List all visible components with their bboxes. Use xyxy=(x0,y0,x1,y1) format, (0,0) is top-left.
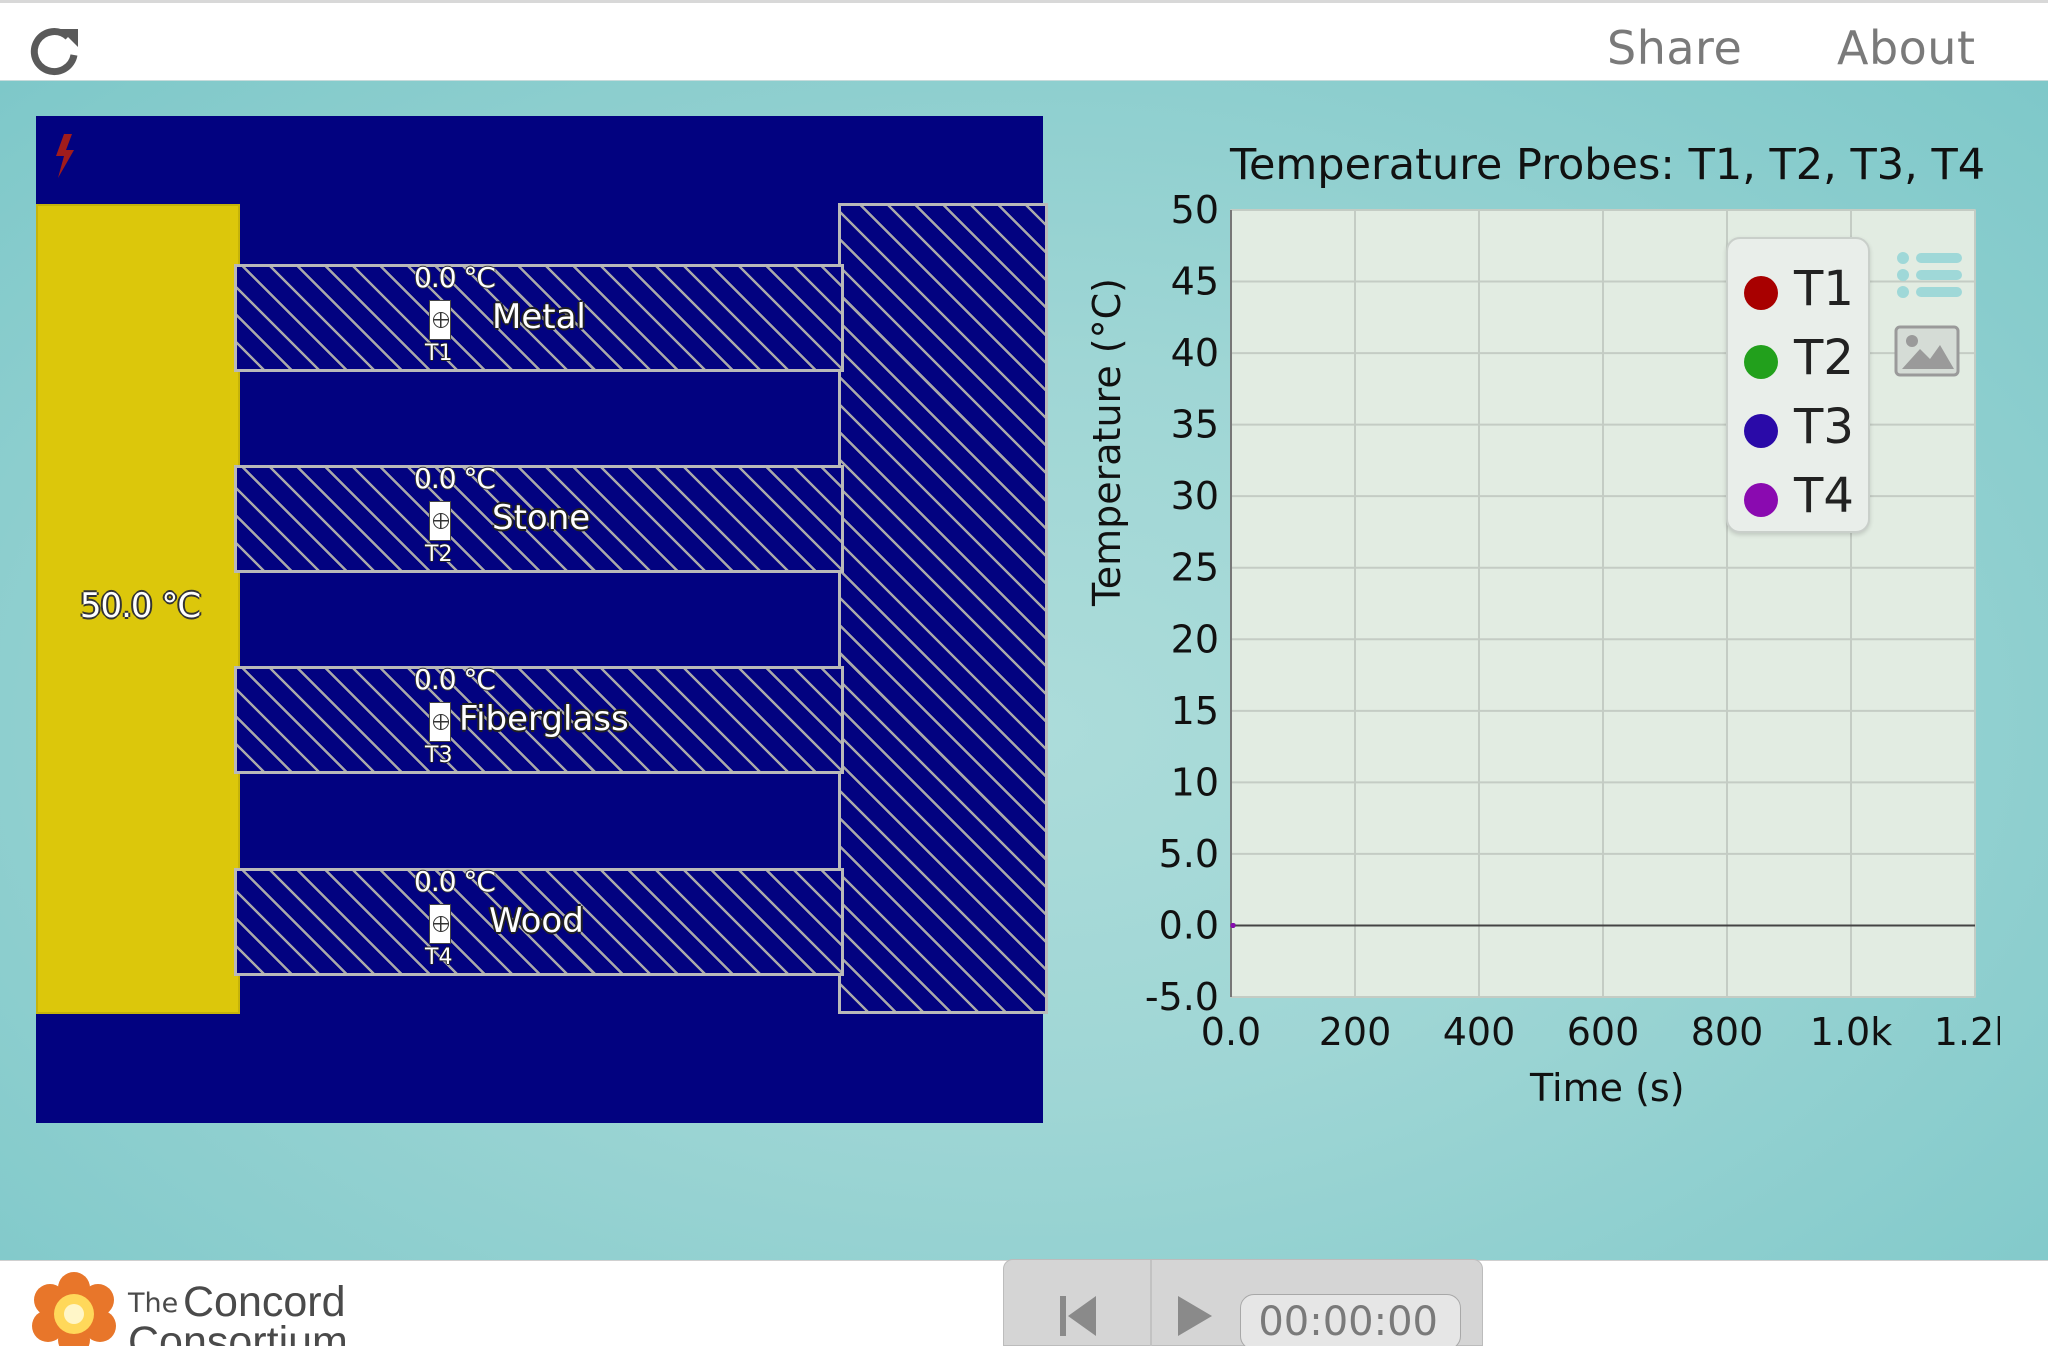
legend-label: T3 xyxy=(1794,399,1854,455)
y-tick-label: 25 xyxy=(1171,546,1219,590)
x-tick-label: 1.0k xyxy=(1810,1010,1892,1054)
reload-icon[interactable] xyxy=(28,25,82,79)
y-tick-label: 0.0 xyxy=(1159,903,1219,947)
legend-label: T2 xyxy=(1794,330,1854,386)
y-tick-label: 45 xyxy=(1171,260,1219,304)
y-tick-label: 15 xyxy=(1171,689,1219,733)
metal-bar: 0.0 °C T1 Metal xyxy=(234,261,844,372)
x-tick-label: 200 xyxy=(1319,1010,1392,1054)
playback-controls: 00:00:00 xyxy=(1003,1259,1483,1346)
legend-label: T4 xyxy=(1794,468,1854,524)
y-tick-label: 20 xyxy=(1171,617,1219,661)
heat-sink-block xyxy=(838,203,1048,1014)
lightning-bolt-icon[interactable] xyxy=(50,134,80,178)
x-tick-label: 400 xyxy=(1443,1010,1516,1054)
graph-legend: T1 T2 T3 T4 xyxy=(1726,237,1870,533)
probe-reading: 0.0 °C xyxy=(414,865,496,898)
thermometer-probe[interactable] xyxy=(429,702,451,742)
y-tick-label: 10 xyxy=(1171,760,1219,804)
y-tick-label: 5.0 xyxy=(1159,832,1219,876)
bar-label: Wood xyxy=(489,901,584,941)
x-tick-label: 1.2k xyxy=(1934,1010,2000,1054)
y-tick-label: 35 xyxy=(1171,403,1219,447)
probe-label: T2 xyxy=(425,542,453,567)
y-tick-label: -5.0 xyxy=(1145,975,1219,1019)
series-color-swatch xyxy=(1744,414,1778,448)
list-icon[interactable] xyxy=(1896,250,1962,300)
probe-label: T1 xyxy=(425,341,453,366)
graph-title: Temperature Probes: T1, T2, T3, T4 xyxy=(1230,140,1986,190)
logo-text-consortium: Consortium xyxy=(128,1318,348,1346)
bar-label: Metal xyxy=(492,297,586,337)
stone-bar: 0.0 °C T2 Stone xyxy=(234,462,844,573)
legend-item: T1 xyxy=(1744,259,1864,319)
probe-label: T4 xyxy=(425,945,453,970)
x-tick-label: 600 xyxy=(1567,1010,1640,1054)
probe-label: T3 xyxy=(425,743,453,768)
y-tick-label: 30 xyxy=(1171,474,1219,518)
about-link[interactable]: About xyxy=(1837,21,1976,75)
share-link[interactable]: Share xyxy=(1607,21,1742,75)
series-color-swatch xyxy=(1744,345,1778,379)
skip-back-icon[interactable] xyxy=(1056,1290,1100,1338)
bar-label: Fiberglass xyxy=(459,699,629,739)
time-display: 00:00:00 xyxy=(1240,1294,1461,1346)
heat-simulation-view[interactable]: 50.0 °C 0.0 °C T1 Metal 0.0 °C T2 Stone … xyxy=(36,116,1048,1123)
legend-item: T3 xyxy=(1744,397,1864,457)
probe-reading: 0.0 °C xyxy=(414,663,496,696)
play-icon[interactable] xyxy=(1172,1290,1216,1338)
thermometer-probe[interactable] xyxy=(429,300,451,340)
data-point-t4 xyxy=(1230,922,1236,928)
bar-label: Stone xyxy=(492,498,591,538)
image-icon[interactable] xyxy=(1894,325,1960,377)
series-color-swatch xyxy=(1744,483,1778,517)
y-tick-label: 40 xyxy=(1171,331,1219,375)
heat-source-temperature: 50.0 °C xyxy=(79,586,201,626)
x-axis-label: Time (s) xyxy=(1530,1066,1685,1110)
legend-label: T1 xyxy=(1794,261,1854,317)
legend-item: T4 xyxy=(1744,466,1864,526)
divider xyxy=(1150,1260,1152,1346)
concord-consortium-logo-icon[interactable] xyxy=(28,1268,120,1346)
series-color-swatch xyxy=(1744,276,1778,310)
wood-bar: 0.0 °C T4 Wood xyxy=(234,865,844,976)
heat-source: 50.0 °C xyxy=(36,204,240,1014)
legend-item: T2 xyxy=(1744,328,1864,388)
fiberglass-bar: 0.0 °C T3 Fiberglass xyxy=(234,663,844,774)
probe-reading: 0.0 °C xyxy=(414,261,496,294)
probe-reading: 0.0 °C xyxy=(414,462,496,495)
x-tick-label: 800 xyxy=(1691,1010,1764,1054)
logo-text-the: The xyxy=(128,1288,179,1319)
thermometer-probe[interactable] xyxy=(429,501,451,541)
y-tick-label: 50 xyxy=(1171,190,1219,232)
top-bar: Share About xyxy=(0,0,2048,81)
thermometer-probe[interactable] xyxy=(429,904,451,944)
